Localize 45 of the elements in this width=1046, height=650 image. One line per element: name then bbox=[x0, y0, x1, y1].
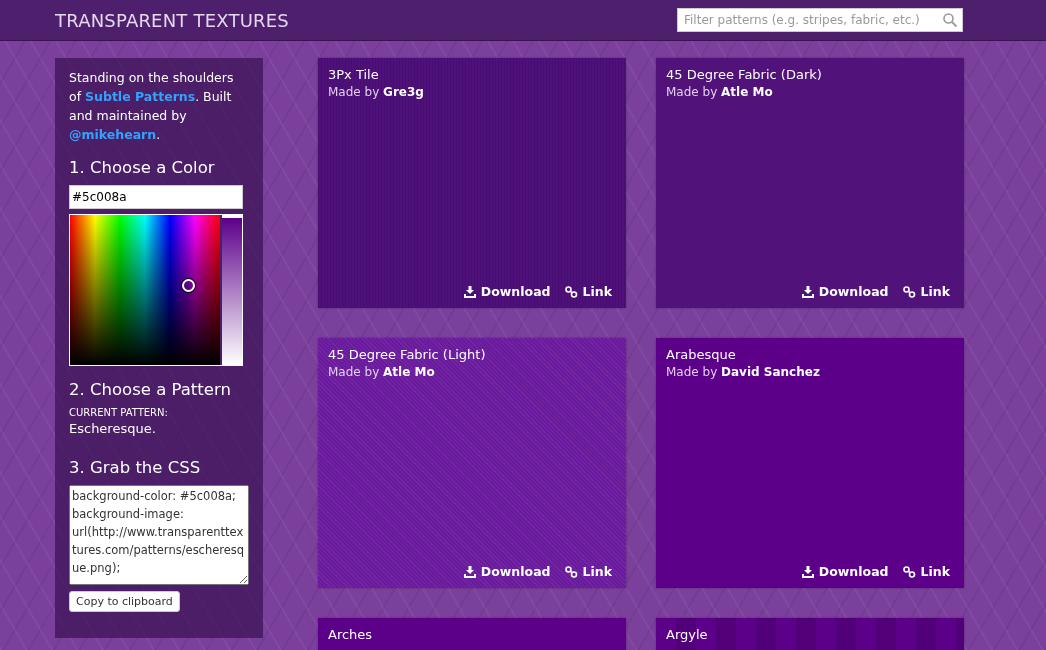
pattern-title: Arches bbox=[328, 627, 374, 642]
pattern-card[interactable]: Argyle bbox=[656, 618, 964, 650]
color-field[interactable]: #5c008a bbox=[69, 185, 243, 209]
download-icon bbox=[463, 285, 476, 298]
search-field[interactable]: Filter patterns (e.g. stripes, fabric, etc.) bbox=[677, 8, 963, 32]
download-link[interactable]: Download bbox=[801, 564, 889, 579]
pattern-card[interactable]: 3Px Tile Made by Gre3g Download Link bbox=[318, 58, 626, 308]
download-icon bbox=[801, 285, 814, 298]
pattern-link[interactable]: Link bbox=[564, 564, 612, 579]
step-heading: 2. Choose a Pattern bbox=[69, 380, 232, 399]
search-icon bbox=[942, 12, 958, 28]
pattern-title: Argyle bbox=[666, 627, 709, 642]
pattern-credit: Made by Gre3g bbox=[328, 85, 425, 99]
link-icon bbox=[902, 285, 916, 298]
pattern-link[interactable]: Link bbox=[902, 284, 950, 299]
pattern-title: Arabesque bbox=[666, 347, 737, 362]
pattern-credit: Made by Atle Mo bbox=[666, 85, 774, 99]
pattern-card[interactable]: Arches bbox=[318, 618, 626, 650]
pattern-credit: Made by Atle Mo bbox=[328, 365, 436, 379]
download-link[interactable]: Download bbox=[463, 284, 551, 299]
step-heading: 1. Choose a Color bbox=[69, 158, 216, 177]
link-icon bbox=[564, 285, 578, 298]
current-pattern-label: CURRENT PATTERN: bbox=[69, 407, 169, 418]
link-icon bbox=[902, 565, 916, 578]
pattern-card[interactable]: Arabesque Made by David Sanchez Download Link bbox=[656, 338, 964, 588]
pattern-title: 45 Degree Fabric (Dark) bbox=[666, 67, 823, 82]
download-link[interactable]: Download bbox=[801, 284, 889, 299]
pattern-link[interactable]: Link bbox=[564, 284, 612, 299]
color-picker[interactable] bbox=[69, 214, 243, 366]
pattern-title: 3Px Tile bbox=[328, 67, 380, 82]
pattern-credit: Made by David Sanchez bbox=[666, 365, 821, 379]
pattern-link[interactable]: Link bbox=[902, 564, 950, 579]
current-pattern-name: Escheresque. bbox=[69, 421, 157, 436]
download-icon bbox=[801, 565, 814, 578]
intro-text: Standing on the shoulders of Subtle Patterns. Built and maintained by @mikehearn. bbox=[69, 69, 235, 144]
site-title: TRANSPARENT TEXTURES bbox=[55, 9, 289, 31]
download-link[interactable]: Download bbox=[463, 564, 551, 579]
css-code-field[interactable]: background-color: #5c008a; background-image: url(http://www.transparenttextures.com/patterns/escheresque.png); bbox=[69, 485, 249, 585]
download-icon bbox=[463, 565, 476, 578]
pattern-card[interactable]: 45 Degree Fabric (Dark) Made by Atle Mo Download Link bbox=[656, 58, 964, 308]
pattern-title: 45 Degree Fabric (Light) bbox=[328, 347, 487, 362]
link-icon bbox=[564, 565, 578, 578]
step-heading: 3. Grab the CSS bbox=[69, 458, 202, 477]
copy-button[interactable]: Copy to clipboard bbox=[69, 591, 180, 612]
pattern-card[interactable]: 45 Degree Fabric (Light) Made by Atle Mo Download Link bbox=[318, 338, 626, 588]
